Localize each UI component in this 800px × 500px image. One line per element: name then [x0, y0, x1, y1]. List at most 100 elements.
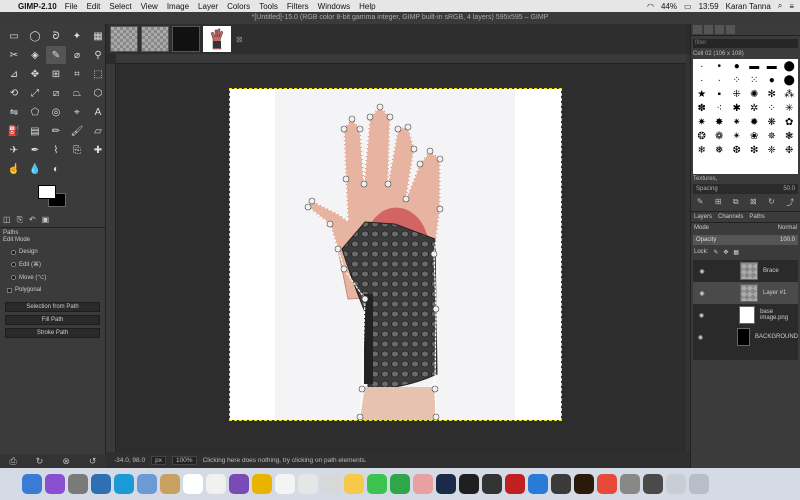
brush-item[interactable]: ❆ — [733, 145, 741, 156]
contacts-icon[interactable] — [160, 474, 180, 494]
brush-item[interactable]: ● — [734, 61, 740, 72]
delete-preset-icon[interactable]: ⊗ — [62, 456, 70, 467]
mail-icon[interactable] — [137, 474, 157, 494]
patterns-tab-icon[interactable] — [704, 25, 713, 34]
fuzzy-select-icon[interactable]: ✦ — [67, 27, 87, 45]
clock[interactable]: 13:59 — [699, 2, 719, 11]
close-tab-icon[interactable]: ⊠ — [236, 35, 243, 44]
brush-item[interactable]: ✲ — [750, 103, 758, 114]
brush-item[interactable]: ✱ — [733, 103, 741, 114]
refresh-brushes-icon[interactable]: ↻ — [768, 197, 775, 208]
brush-item[interactable]: ❋ — [768, 117, 776, 128]
zoom-icon[interactable]: ⚲ — [88, 46, 108, 64]
messages-icon[interactable] — [367, 474, 387, 494]
unified-transform-icon[interactable]: ⬚ — [88, 65, 108, 83]
menu-image[interactable]: Image — [167, 2, 189, 11]
photoshop-icon[interactable] — [436, 474, 456, 494]
brush-item[interactable]: · — [700, 75, 703, 86]
layer-row[interactable]: ◉ Brace — [693, 260, 798, 282]
color-picker-icon[interactable]: ⌀ — [67, 46, 87, 64]
reminders-icon[interactable] — [298, 474, 318, 494]
ink-icon[interactable]: ✒ — [25, 141, 45, 159]
menu-edit[interactable]: Edit — [87, 2, 101, 11]
mode-select[interactable]: Normal — [778, 225, 797, 231]
dodge-burn-icon[interactable]: ◐ — [46, 160, 66, 178]
lock-alpha-icon[interactable]: ▦ — [733, 249, 739, 256]
brush-tag-field[interactable]: Textures, — [691, 176, 800, 182]
blur-icon[interactable]: 💧 — [25, 160, 45, 178]
smudge-icon[interactable]: ☝ — [4, 160, 24, 178]
wifi-icon[interactable]: ◠ — [647, 2, 654, 11]
gradient-icon[interactable]: ▤ — [25, 122, 45, 140]
itunes-icon[interactable] — [413, 474, 433, 494]
safari-icon[interactable] — [114, 474, 134, 494]
foreground-color-swatch[interactable] — [38, 185, 56, 199]
save-preset-icon[interactable]: ⎙ — [10, 456, 17, 467]
menu-select[interactable]: Select — [109, 2, 131, 11]
open-as-image-icon[interactable]: ⤴ — [786, 197, 794, 208]
imovie-icon[interactable] — [229, 474, 249, 494]
vertical-ruler[interactable] — [106, 64, 116, 452]
scale-icon[interactable]: ⤢ — [25, 84, 45, 102]
shear-icon[interactable]: ⧄ — [46, 84, 66, 102]
reset-icon[interactable]: ↺ — [89, 456, 97, 467]
activity-monitor-icon[interactable] — [551, 474, 571, 494]
eye-icon[interactable]: ◉ — [697, 290, 707, 297]
tab-layers[interactable]: Layers — [694, 214, 712, 220]
ellipse-select-icon[interactable]: ◯ — [25, 27, 45, 45]
brush-item[interactable]: ✻ — [768, 89, 776, 100]
brush-item[interactable]: ⬤ — [784, 61, 795, 72]
warp-icon[interactable]: ◎ — [46, 103, 66, 121]
move-icon[interactable]: ✥ — [25, 65, 45, 83]
menu-icon[interactable]: ≡ — [789, 2, 794, 11]
handle-transform-icon[interactable]: ⌖ — [67, 103, 87, 121]
brush-item[interactable]: ⁕ — [733, 117, 741, 128]
layer-name[interactable]: base image.png — [760, 309, 798, 321]
brushes-tab-icon[interactable] — [693, 25, 702, 34]
app-store-icon[interactable] — [528, 474, 548, 494]
brush-grid[interactable]: · • ● ▬ ▬ ⬤ · ∙ ⁘ ⁙ ● ⬤ ★ ▪ ⁜ ✺ ✻ ⁂ ✽ ⁖ ✱ ✲ ⁘ ✳ ✷ ✸ ⁕ ✹ ❋ ✿ ❂ ❁ ✴ ❀ ✵… — [693, 59, 798, 174]
brush-item[interactable]: ⁂ — [784, 89, 794, 100]
3d-transform-icon[interactable]: ⬡ — [88, 84, 108, 102]
image-tab-thumb-1[interactable] — [110, 26, 138, 52]
brush-item[interactable]: ✴ — [733, 131, 741, 142]
image-canvas[interactable] — [229, 88, 562, 421]
pencil-icon[interactable]: ✏ — [46, 122, 66, 140]
flip-icon[interactable]: ⇋ — [4, 103, 24, 121]
brush-item[interactable]: ▬ — [767, 61, 777, 72]
cage-icon[interactable]: ⬠ — [25, 103, 45, 121]
duplicate-brush-icon[interactable]: ⧉ — [733, 197, 739, 208]
menu-windows[interactable]: Windows — [318, 2, 350, 11]
trash-icon[interactable] — [689, 474, 709, 494]
launchpad-icon[interactable] — [68, 474, 88, 494]
finder-icon[interactable] — [22, 474, 42, 494]
layer-row[interactable]: ◉ base image.png — [693, 304, 798, 326]
clone-icon[interactable]: ⎘ — [67, 141, 87, 159]
gimp-icon[interactable] — [482, 474, 502, 494]
downloads-icon[interactable] — [666, 474, 686, 494]
search-icon[interactable]: ⌕ — [778, 1, 782, 11]
edit-brush-icon[interactable]: ✎ — [697, 197, 704, 208]
textedit-icon[interactable] — [275, 474, 295, 494]
opacity-slider[interactable]: Opacity 100.0 — [693, 235, 798, 245]
scissors-icon[interactable]: ✂ — [4, 46, 24, 64]
menu-view[interactable]: View — [141, 2, 158, 11]
acrobat-icon[interactable] — [505, 474, 525, 494]
tab-channels[interactable]: Channels — [718, 214, 743, 220]
brush-item[interactable]: ❄ — [698, 145, 706, 156]
mypaint-brush-icon[interactable]: ⌇ — [46, 141, 66, 159]
brush-item[interactable]: ⁜ — [733, 89, 741, 100]
brush-item[interactable]: ● — [769, 75, 775, 86]
rotate-icon[interactable]: ⟲ — [4, 84, 24, 102]
align-icon[interactable]: ⊞ — [46, 65, 66, 83]
menu-filters[interactable]: Filters — [287, 2, 309, 11]
brush-item[interactable]: ❈ — [768, 145, 776, 156]
layer-name[interactable]: Layer #1 — [763, 290, 786, 296]
mode-edit-radio[interactable]: Edit (⌘) — [11, 261, 102, 268]
layer-row[interactable]: ◉ BACKGROUND — [693, 326, 798, 348]
spacing-slider[interactable]: Spacing 50.0 — [693, 184, 798, 194]
notes-icon[interactable] — [206, 474, 226, 494]
brush-item[interactable]: ⁖ — [716, 103, 722, 114]
zoom-select[interactable]: 100% — [171, 455, 197, 465]
new-brush-icon[interactable]: ⊞ — [715, 197, 722, 208]
